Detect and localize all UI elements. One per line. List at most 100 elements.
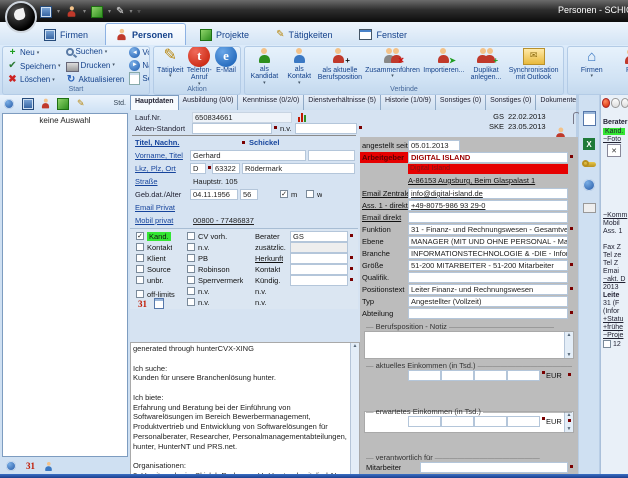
tab-sonstiges-2[interactable]: Sonstiges (0) bbox=[486, 95, 536, 110]
qat-project-icon[interactable] bbox=[91, 6, 103, 18]
sync-outlook-button[interactable]: ✉ Synchronisation mit Outlook bbox=[506, 47, 561, 85]
off-limits-checkbox[interactable] bbox=[136, 290, 144, 298]
rp-akt-daten-section[interactable]: −akt. D bbox=[601, 275, 628, 283]
lkz-plz-ort-label[interactable]: Lkz, Plz, Ort bbox=[135, 164, 176, 173]
herkunft-field[interactable] bbox=[290, 253, 348, 264]
als-kandidat-button[interactable]: als Kandidat▾ bbox=[247, 47, 282, 85]
kand-checkbox[interactable]: ✓ bbox=[136, 232, 144, 240]
email-zentrale-label[interactable]: Email Zentrale bbox=[360, 188, 408, 199]
ebene-field[interactable]: MANAGER (MIT UND OHNE PERSONAL - Mana bbox=[408, 236, 568, 247]
source-checkbox[interactable] bbox=[136, 265, 144, 273]
nachname-field[interactable]: Schickel bbox=[246, 137, 356, 148]
web-globe-icon[interactable] bbox=[583, 179, 595, 191]
qat-customize-icon[interactable]: ▿ bbox=[137, 8, 140, 15]
angestellt-seit-field[interactable]: 05.01.2013 bbox=[408, 140, 460, 151]
mitarbeiter-field[interactable] bbox=[420, 462, 568, 473]
qualifik-field[interactable] bbox=[408, 272, 568, 283]
rp-12-row[interactable]: 12 bbox=[601, 339, 628, 348]
rp-fruehere-section[interactable]: +frühe bbox=[601, 323, 628, 331]
neu-button[interactable]: +Neu▾ bbox=[5, 47, 63, 58]
email-privat-label[interactable]: Email Privat bbox=[135, 203, 175, 212]
tab-kenntnisse[interactable]: Kenntnisse (0/2/0) bbox=[238, 95, 304, 110]
pb-checkbox[interactable] bbox=[187, 254, 195, 262]
email-privat-field[interactable] bbox=[190, 202, 355, 213]
selection-list[interactable] bbox=[2, 126, 128, 457]
ass1-direkt-field[interactable]: +49-8075-986 93 29-0 bbox=[408, 200, 568, 211]
refresh-globe-icon[interactable] bbox=[4, 99, 14, 109]
chart-icon[interactable] bbox=[298, 112, 306, 122]
excel-icon[interactable]: X bbox=[583, 138, 595, 150]
calendar-31-icon[interactable]: 31 bbox=[26, 461, 35, 471]
mobil-privat-label[interactable]: Mobil privat bbox=[135, 216, 173, 225]
berufsposition-notiz-box[interactable]: ▲▼ bbox=[364, 331, 574, 359]
branche-field[interactable]: INFORMATIONSTECHNOLOGIE & -DIE - Informa bbox=[408, 248, 568, 259]
rp-status-section[interactable]: +Statu bbox=[601, 315, 628, 323]
erwartetes-einkommen-cells[interactable] bbox=[408, 416, 540, 427]
herkunft-label[interactable]: Herkunft bbox=[255, 254, 283, 263]
key-icon[interactable] bbox=[583, 162, 596, 167]
edit-filter-icon[interactable]: ✎ bbox=[77, 98, 85, 109]
strasse-label[interactable]: Straße bbox=[135, 177, 158, 186]
naechster-button[interactable]: ►Nächster bbox=[127, 60, 149, 71]
qat-firm-icon[interactable] bbox=[40, 6, 52, 18]
ass1-direkt-label[interactable]: Ass. 1 - direkt bbox=[360, 200, 408, 211]
kontakt-checkbox[interactable] bbox=[136, 243, 144, 251]
qat-edit-icon[interactable]: ✎ bbox=[116, 6, 124, 17]
tab-personen[interactable]: Personen bbox=[105, 23, 186, 45]
funktion-field[interactable]: 31 - Finanz- und Rechnungswesen - Gesamt… bbox=[408, 224, 568, 235]
titel-nachn-label[interactable]: Titel, Nachn. bbox=[135, 138, 179, 147]
email-direkt-field[interactable] bbox=[408, 212, 568, 223]
tab-historie[interactable]: Historie (1/0/9) bbox=[381, 95, 436, 110]
akten-standort-field[interactable] bbox=[192, 123, 272, 134]
tab-projekte[interactable]: Projekte bbox=[190, 23, 262, 45]
nv1-checkbox[interactable] bbox=[187, 243, 195, 251]
vorname-label[interactable]: Vorname, Titel bbox=[135, 151, 183, 160]
geschlecht-w-checkbox[interactable] bbox=[306, 190, 314, 198]
kontakt-art-field[interactable] bbox=[290, 264, 348, 275]
als-kontakt-button[interactable]: als Kontakt▾ bbox=[283, 47, 316, 85]
tab-dienstverhaeltnisse[interactable]: Dienstverhältnisse (5) bbox=[304, 95, 381, 110]
cv-vorh-checkbox[interactable] bbox=[187, 232, 195, 240]
tab-sonstiges-1[interactable]: Sonstiges (0) bbox=[436, 95, 486, 110]
globe-icon[interactable] bbox=[6, 461, 16, 471]
loeschen-button[interactable]: ✖Löschen▾ bbox=[5, 74, 63, 85]
seite-button[interactable]: Seite 1/1▾ bbox=[127, 72, 149, 85]
firm-filter-icon[interactable] bbox=[22, 98, 34, 110]
suchen-button[interactable]: Suchen▾ bbox=[64, 47, 127, 56]
rp-projekte-section[interactable]: −Proje bbox=[601, 331, 628, 339]
als-berufsposition-button[interactable]: + als aktuelle Berufsposition bbox=[317, 47, 363, 85]
rp-foto-section[interactable]: −Foto bbox=[601, 135, 628, 143]
document-icon[interactable] bbox=[154, 298, 164, 309]
strasse-field[interactable]: Hauptstr. 105 bbox=[190, 176, 355, 187]
person-edit-icon[interactable] bbox=[45, 462, 53, 471]
status-traffic-lights[interactable] bbox=[602, 98, 628, 108]
klient-checkbox[interactable] bbox=[136, 254, 144, 262]
ort-field[interactable]: Rödermark bbox=[242, 163, 355, 174]
mobil-privat-field[interactable]: 00800 - 77486837 bbox=[190, 215, 310, 226]
nv2-checkbox[interactable] bbox=[187, 287, 195, 295]
typ-field[interactable]: Angestellter (Vollzeit) bbox=[408, 296, 568, 307]
vorname-field[interactable]: Gerhard bbox=[190, 150, 306, 161]
tab-firmen[interactable]: Firmen bbox=[34, 23, 101, 45]
zusammenfuehren-button[interactable]: ✕ Zusammenführen▾ bbox=[364, 47, 421, 85]
lkz-field[interactable]: D bbox=[190, 163, 206, 174]
groesse-field[interactable]: 51-200 MITARBEITER - 51-200 Mitarbeiter bbox=[408, 260, 568, 271]
project-filter-icon[interactable] bbox=[57, 98, 69, 110]
email-button[interactable]: e E-Mail bbox=[214, 47, 238, 85]
importieren-button[interactable]: ➤ Importieren... bbox=[422, 47, 466, 85]
tab-taetigkeiten[interactable]: ✎ Tätigkeiten bbox=[266, 23, 345, 45]
arbeitgeber-field[interactable]: DIGITAL ISLAND bbox=[408, 152, 568, 163]
titel-zusatz-field[interactable] bbox=[308, 150, 355, 161]
email-direkt-label[interactable]: Email direkt bbox=[360, 212, 408, 223]
drucken-button[interactable]: Drucken▾ bbox=[64, 59, 127, 72]
photo-placeholder[interactable]: ✕ bbox=[607, 144, 621, 157]
positionstext-field[interactable]: Leiter Finanz- und Rechnungswesen bbox=[408, 284, 568, 295]
unbr-checkbox[interactable] bbox=[136, 276, 144, 284]
tab-ausbildung[interactable]: Ausbildung (0/0) bbox=[179, 95, 239, 110]
word-doc-icon[interactable] bbox=[583, 111, 596, 126]
abteilung-field[interactable] bbox=[408, 308, 568, 319]
email-zentrale-field[interactable]: info@digital-island.de bbox=[408, 188, 568, 199]
tab-hauptdaten[interactable]: Hauptdaten bbox=[130, 95, 179, 110]
nv3-checkbox[interactable] bbox=[187, 298, 195, 306]
qat-person-icon[interactable] bbox=[67, 6, 76, 17]
